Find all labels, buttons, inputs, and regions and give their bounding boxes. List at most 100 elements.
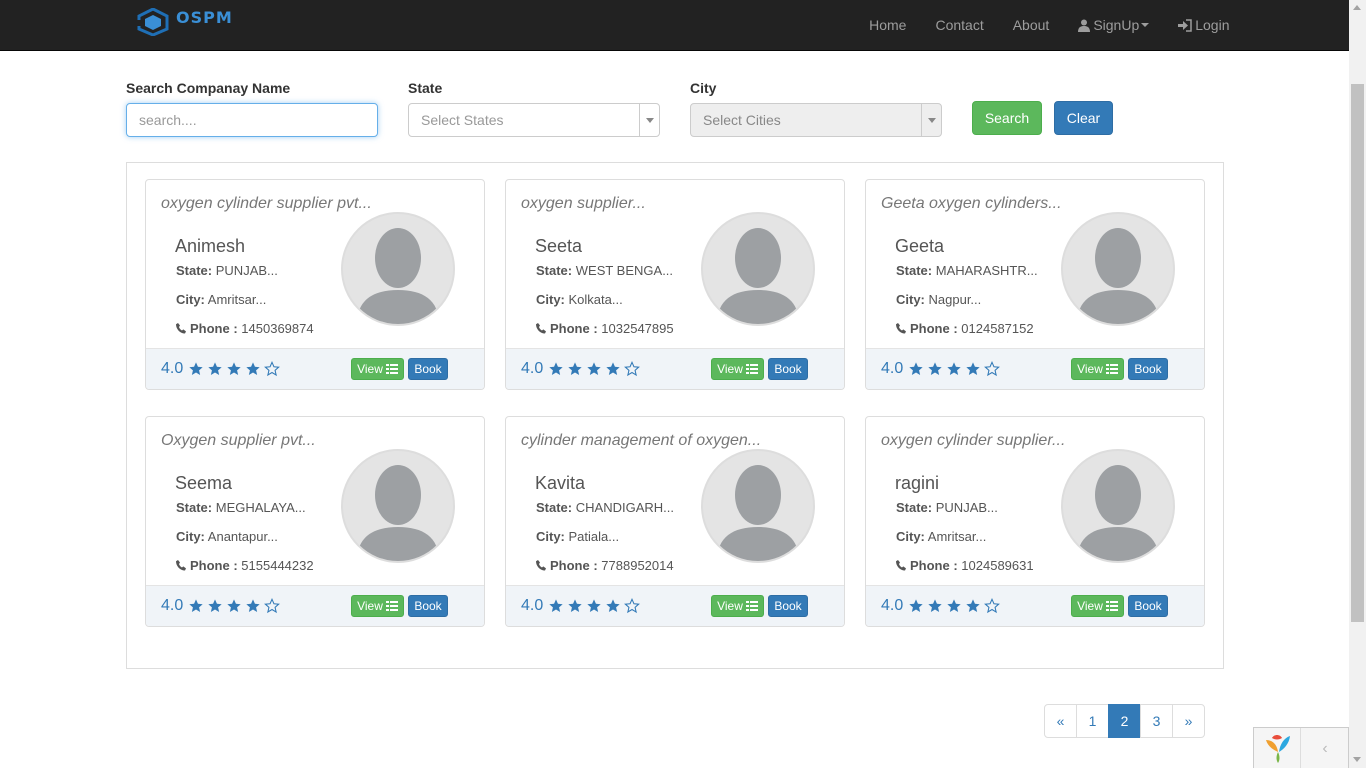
debug-toolbar: ‹ (1253, 727, 1349, 768)
avatar-placeholder-icon (1077, 228, 1159, 324)
view-button-label: View (1077, 362, 1103, 376)
scrollbar-thumb[interactable] (1351, 84, 1364, 622)
scroll-up-arrow-icon[interactable] (1353, 5, 1361, 10)
card-phone-value: 7788952014 (601, 558, 674, 573)
nav-home[interactable]: Home (855, 17, 921, 33)
view-button-label: View (357, 362, 383, 376)
supplier-card: oxygen supplier... Seeta State: WEST BENGA… (505, 179, 845, 390)
nav-contact[interactable]: Contact (921, 17, 998, 33)
phone-icon (896, 560, 906, 571)
state-select-value: Select States (421, 112, 504, 128)
card-city-value: Anantapur... (207, 529, 278, 544)
view-button[interactable]: View (1071, 595, 1124, 617)
star-filled-icon (947, 599, 961, 612)
card-phone-value: 0124587152 (961, 321, 1034, 336)
nav-signup[interactable]: SignUp (1064, 17, 1164, 33)
card-state-value: PUNJAB... (215, 263, 278, 278)
card-company-name: oxygen cylinder supplier... (881, 432, 1066, 449)
card-city-value: Amritsar... (927, 529, 987, 544)
supplier-card: Oxygen supplier pvt... Seema State: MEGHAL… (145, 416, 485, 627)
card-city-label: City: (176, 529, 205, 544)
card-rating: 4.0 (161, 597, 283, 615)
login-icon (1178, 18, 1192, 32)
star-filled-icon (928, 599, 942, 612)
list-icon (1105, 601, 1118, 611)
star-empty-icon (264, 361, 281, 377)
debug-toolbar-toggle[interactable]: ‹ (1300, 728, 1349, 768)
card-city: City: Patiala... (536, 529, 619, 544)
card-city: City: Amritsar... (176, 292, 266, 307)
card-phone-label: Phone : (550, 558, 598, 573)
card-phone: Phone : 1032547895 (536, 321, 674, 336)
pagination-next[interactable]: » (1172, 704, 1205, 738)
nav-login[interactable]: Login (1164, 17, 1244, 33)
card-rating-value: 4.0 (881, 360, 904, 377)
card-state-label: State: (536, 500, 573, 515)
star-empty-icon (624, 598, 641, 614)
card-city: City: Nagpur... (896, 292, 981, 307)
star-filled-icon (928, 362, 942, 375)
card-contact-name: Seeta (535, 236, 583, 256)
star-filled-icon (947, 362, 961, 375)
card-rating: 4.0 (881, 597, 1003, 615)
view-button[interactable]: View (351, 358, 404, 380)
card-state: State: PUNJAB... (896, 500, 998, 515)
nav-signup-label: SignUp (1093, 17, 1140, 33)
star-filled-icon (606, 599, 620, 612)
card-company-name: oxygen cylinder supplier pvt... (161, 195, 372, 212)
card-phone-value: 1024589631 (961, 558, 1034, 573)
view-button[interactable]: View (711, 358, 764, 380)
nav-about[interactable]: About (998, 17, 1064, 33)
results-panel: oxygen cylinder supplier pvt... Animesh St… (126, 162, 1224, 669)
book-button[interactable]: Book (408, 358, 448, 380)
card-rating-value: 4.0 (521, 360, 544, 377)
nav-links: Home Contact About SignUp Login (855, 0, 1244, 50)
avatar-placeholder-icon (357, 465, 439, 561)
city-label: City (690, 80, 717, 96)
book-button[interactable]: Book (408, 595, 448, 617)
book-button[interactable]: Book (1128, 595, 1168, 617)
company-search-input[interactable] (126, 103, 378, 137)
clear-button[interactable]: Clear (1054, 101, 1113, 135)
card-city-label: City: (896, 529, 925, 544)
star-filled-icon (549, 599, 563, 612)
card-state-label: State: (176, 500, 213, 515)
user-icon (1078, 19, 1091, 32)
pagination-page-2[interactable]: 2 (1108, 704, 1141, 738)
card-city-label: City: (536, 292, 565, 307)
star-filled-icon (208, 599, 222, 612)
card-city-label: City: (536, 529, 565, 544)
book-button[interactable]: Book (1128, 358, 1168, 380)
avatar (341, 449, 455, 563)
city-select[interactable]: Select Cities (690, 103, 942, 137)
phone-icon (536, 323, 546, 334)
view-button[interactable]: View (351, 595, 404, 617)
state-select[interactable]: Select States (408, 103, 660, 137)
scroll-down-arrow-icon[interactable] (1353, 757, 1361, 762)
star-filled-icon (606, 362, 620, 375)
page-scrollbar[interactable] (1349, 0, 1366, 768)
list-icon (745, 364, 758, 374)
brand-name: OSPM (176, 7, 233, 27)
card-phone: Phone : 1024589631 (896, 558, 1034, 573)
pagination-prev[interactable]: « (1044, 704, 1077, 738)
phone-icon (176, 560, 186, 571)
card-company-name: oxygen supplier... (521, 195, 646, 212)
card-rating: 4.0 (161, 360, 283, 378)
view-button[interactable]: View (1071, 358, 1124, 380)
card-state: State: MAHARASHTR... (896, 263, 1038, 278)
pagination: « 1 2 3 » (1044, 704, 1205, 738)
pagination-page-1[interactable]: 1 (1076, 704, 1109, 738)
brand[interactable]: OSPM (136, 8, 233, 36)
star-filled-icon (909, 599, 923, 612)
search-button[interactable]: Search (972, 101, 1042, 135)
pagination-page-3[interactable]: 3 (1140, 704, 1173, 738)
yii-logo-icon[interactable] (1262, 732, 1294, 764)
book-button[interactable]: Book (768, 595, 808, 617)
view-button[interactable]: View (711, 595, 764, 617)
book-button[interactable]: Book (768, 358, 808, 380)
avatar (1061, 449, 1175, 563)
star-filled-icon (966, 362, 980, 375)
chevron-down-icon (921, 104, 941, 136)
card-phone: Phone : 0124587152 (896, 321, 1034, 336)
